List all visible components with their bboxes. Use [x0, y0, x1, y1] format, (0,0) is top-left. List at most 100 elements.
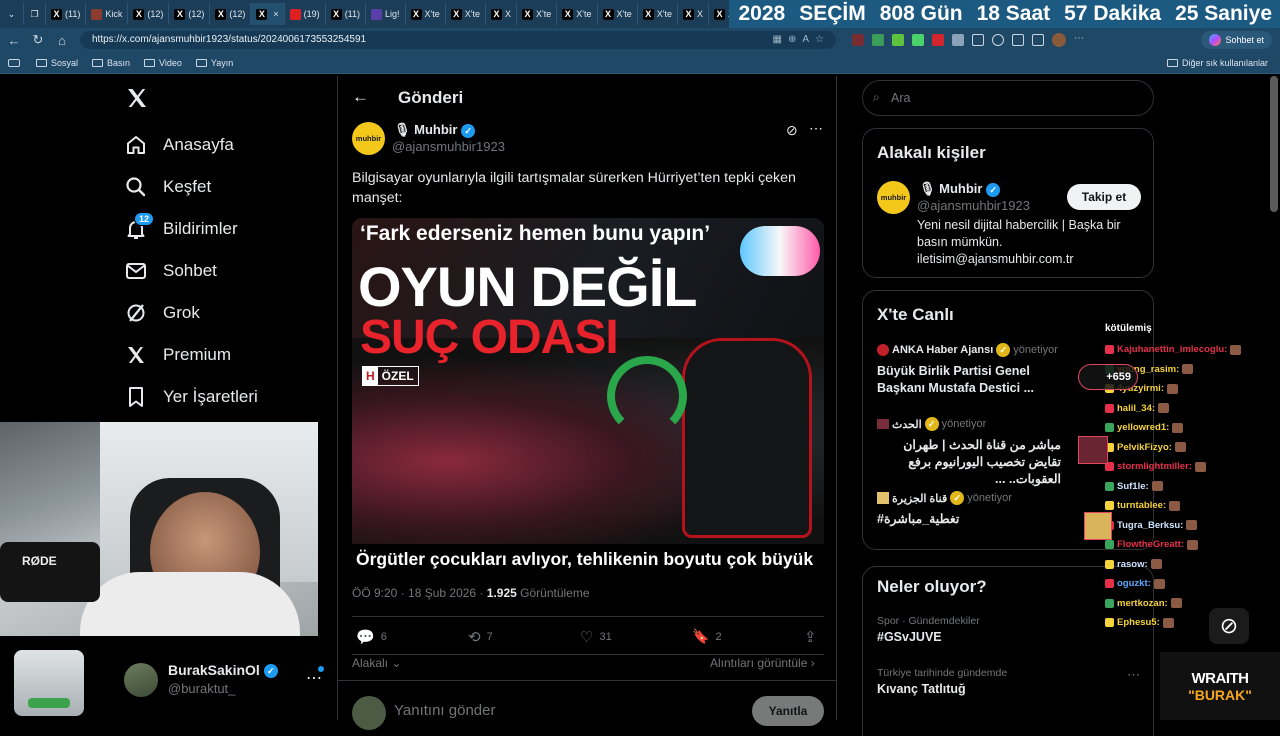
sort-relevant-dropdown[interactable]: Alakalı ⌄ [352, 656, 401, 670]
browser-tab[interactable]: X(11) [46, 3, 86, 25]
browser-tab[interactable]: Kick [86, 3, 128, 25]
microphone-icon: 🎙 [394, 122, 411, 137]
more-icon[interactable]: ⋯ [1074, 34, 1086, 46]
bookmark-folder[interactable]: Sosyal [36, 58, 78, 68]
extension-icon[interactable] [852, 34, 864, 46]
post-author-avatar[interactable]: muhbir [352, 122, 385, 155]
nav-messages[interactable]: Sohbet [118, 250, 338, 292]
grok-explain-icon[interactable]: ⊘ [786, 122, 798, 139]
browser-tab[interactable]: X(12) [210, 3, 251, 25]
extension-icon[interactable] [892, 34, 904, 46]
grok-floating-icon[interactable]: ⊘ [1209, 608, 1249, 644]
extension-icon[interactable] [932, 34, 944, 46]
split-screen-icon[interactable] [972, 34, 984, 46]
bookmarks-toggle-icon[interactable] [8, 59, 20, 67]
live-status: yönetiyor [1013, 344, 1058, 356]
repost-count: 7 [487, 631, 493, 643]
search-input[interactable]: ⌕ Ara [862, 80, 1154, 116]
reply-submit-button[interactable]: Yanıtla [752, 696, 824, 726]
chat-username: FlowtheGreatt: [1117, 539, 1184, 550]
bookmark-button[interactable]: 🔖2 [692, 628, 722, 645]
follow-button[interactable]: Takip et [1067, 184, 1141, 210]
home-icon[interactable]: ⌂ [50, 33, 74, 48]
nav-label: Grok [163, 303, 200, 323]
reply-input[interactable]: Yanıtını gönder [394, 702, 495, 719]
account-switcher[interactable]: BurakSakinOl ✓ @buraktut_ ⋯ [124, 660, 334, 700]
tab-label: (11) [65, 9, 80, 19]
browser-tab[interactable]: X× [251, 3, 284, 25]
close-tab-icon[interactable]: × [273, 9, 278, 19]
back-icon[interactable]: ← [2, 33, 26, 48]
nav-notifications[interactable]: 12 Bildirimler [118, 208, 338, 250]
search-placeholder: Ara [891, 91, 910, 105]
bookmark-folder[interactable]: Yayın [196, 58, 233, 68]
collections-icon[interactable] [1012, 34, 1024, 46]
browser-tab[interactable]: XX'te [446, 3, 486, 25]
microphone-shape [0, 542, 100, 602]
downloads-icon[interactable] [1032, 34, 1044, 46]
view-quotes-link[interactable]: Alıntıları görüntüle › [710, 656, 815, 670]
folder-icon [1167, 59, 1178, 67]
other-bookmarks[interactable]: Diğer sık kullanılanlar [1167, 58, 1268, 68]
extension-icon[interactable] [952, 34, 964, 46]
heart-icon: ♡ [580, 628, 593, 646]
nav-label: Premium [163, 345, 231, 365]
source-avatar [877, 419, 889, 429]
page-title: Gönderi [398, 88, 463, 108]
browser-tab[interactable]: XX'te [557, 3, 597, 25]
workspaces-button[interactable]: ❐ [24, 3, 46, 25]
like-count: 31 [599, 631, 611, 643]
bookmark-folder[interactable]: Basın [92, 58, 130, 68]
view-quotes-label: Alıntıları görüntüle [710, 656, 807, 670]
post-time[interactable]: ÖÖ 9:20 · 18 Şub 2026 · [352, 586, 483, 600]
extension-icon[interactable] [912, 34, 924, 46]
chat-emote-icon [1154, 579, 1165, 589]
browser-tab[interactable]: XX'te [598, 3, 638, 25]
browser-tab[interactable]: X(12) [169, 3, 210, 25]
repost-button[interactable]: ⟲7 [468, 628, 493, 646]
nav-bookmarks[interactable]: Yer İşaretleri [118, 376, 338, 418]
reply-button[interactable]: 💬6 [356, 628, 387, 646]
post-image[interactable]: ‘Fark ederseniz hemen bunu yapın’ OYUN D… [352, 218, 824, 576]
browser-tab[interactable]: XX [678, 3, 709, 25]
related-name[interactable]: 🎙 Muhbir ✓ [919, 181, 1000, 197]
url-actions-icons[interactable]: ▦⊕A☆ [773, 31, 830, 49]
trend-item[interactable]: Türkiye tarihinde gündemde Kıvanç Tatlıt… [877, 667, 1143, 696]
post-author-name[interactable]: 🎙 Muhbir ✓ [394, 122, 475, 138]
tab-label: X'te [425, 9, 440, 19]
browser-tab[interactable]: (19) [285, 3, 326, 25]
url-input[interactable]: https://x.com/ajansmuhbir1923/status/202… [80, 31, 836, 49]
folder-icon [36, 59, 47, 67]
favorites-icon[interactable] [992, 34, 1004, 46]
browser-tab[interactable]: XX'te [517, 3, 557, 25]
tab-list-button[interactable]: ⌄ [0, 3, 24, 25]
related-avatar[interactable]: muhbir [877, 181, 910, 214]
post-author-handle[interactable]: @ajansmuhbir1923 [392, 139, 505, 154]
live-source: الحدث [892, 418, 922, 431]
nav-grok[interactable]: Grok [118, 292, 338, 334]
extension-icon[interactable] [872, 34, 884, 46]
nav-explore[interactable]: Keşfet [118, 166, 338, 208]
copilot-button[interactable]: Sohbet et [1201, 31, 1272, 49]
tab-label: X [505, 9, 511, 19]
post-more-icon[interactable]: ⋯ [809, 120, 823, 137]
brand-top: WRAITH [1160, 670, 1280, 687]
x-logo[interactable] [125, 86, 149, 110]
browser-tab[interactable]: X(11) [326, 3, 366, 25]
refresh-icon[interactable]: ↻ [26, 32, 50, 48]
trend-more-icon[interactable]: ⋯ [1127, 667, 1140, 683]
like-button[interactable]: ♡ 31 [580, 628, 612, 646]
scrollbar-thumb[interactable] [1270, 76, 1278, 212]
browser-tab[interactable]: XX'te [638, 3, 678, 25]
browser-tab[interactable]: XX [486, 3, 517, 25]
nav-premium[interactable]: Premium [118, 334, 338, 376]
bookmark-folder[interactable]: Video [144, 58, 182, 68]
nav-home[interactable]: Anasayfa [118, 124, 338, 166]
browser-tab[interactable]: X(12) [128, 3, 169, 25]
chat-emote-icon [1152, 481, 1163, 491]
browser-tab[interactable]: XX'te [406, 3, 446, 25]
share-button[interactable]: ⇪ [804, 628, 817, 646]
profile-avatar[interactable] [1052, 33, 1066, 47]
browser-tab[interactable]: Lig! [366, 3, 406, 25]
back-arrow-icon[interactable]: ← [352, 87, 369, 107]
